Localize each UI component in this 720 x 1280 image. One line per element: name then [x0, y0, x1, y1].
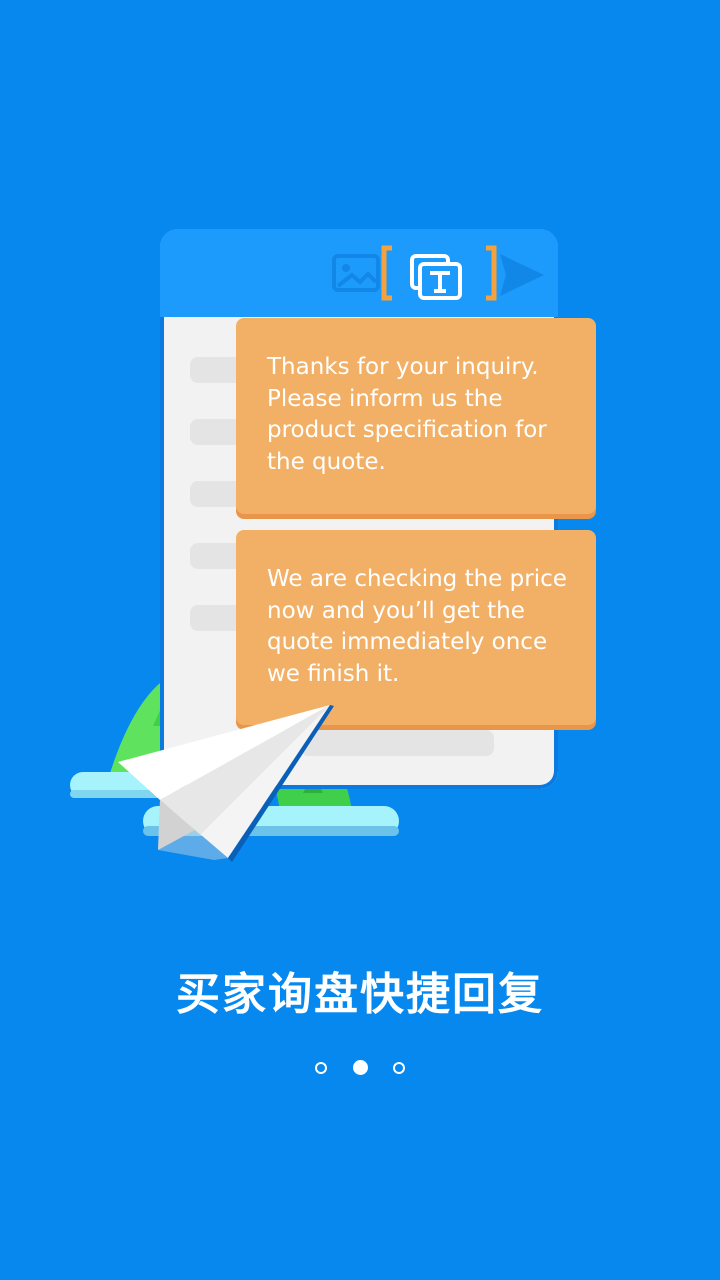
page-indicator[interactable]	[0, 1057, 720, 1075]
page-dot[interactable]	[392, 1061, 405, 1074]
page-dot-active[interactable]	[352, 1060, 368, 1075]
paper-plane-illustration	[118, 705, 334, 862]
page-dot[interactable]	[315, 1061, 328, 1074]
onboarding-title: 买家询盘快捷回复	[176, 969, 544, 1020]
